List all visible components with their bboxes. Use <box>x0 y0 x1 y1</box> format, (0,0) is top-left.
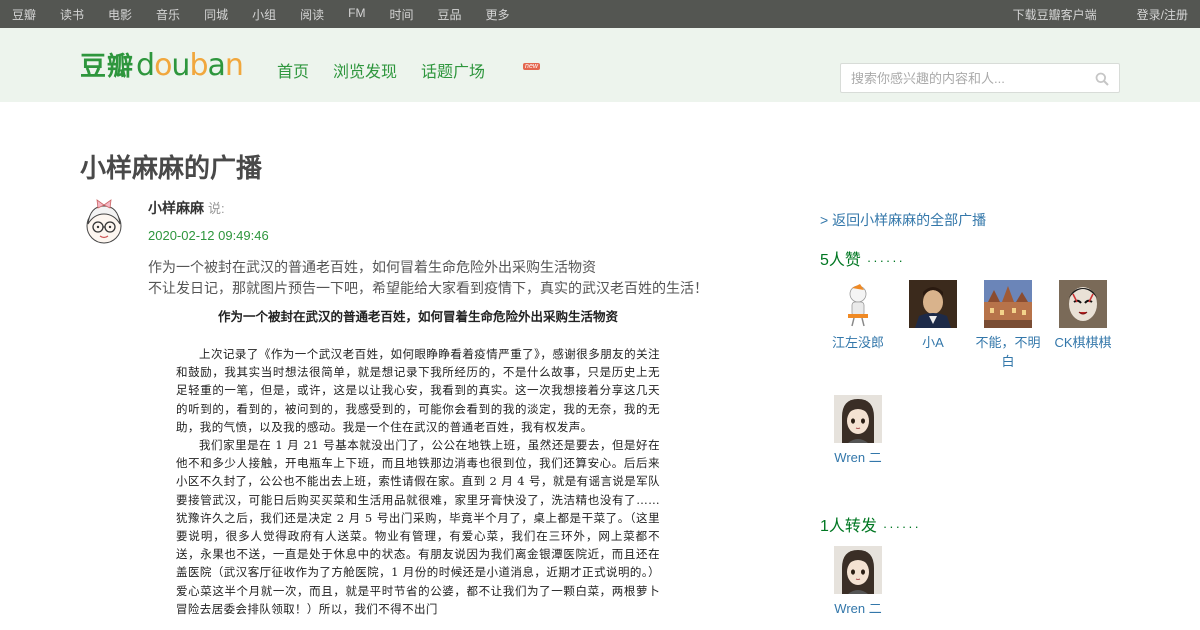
liker-item[interactable]: 不能，不明白 <box>970 280 1046 371</box>
download-app-link[interactable]: 下载豆瓣客户端 <box>1013 6 1097 23</box>
logo-english: douban <box>136 48 244 83</box>
new-badge: new <box>523 63 540 70</box>
user-name: 不能，不明白 <box>975 335 1041 369</box>
said-label: 说: <box>208 201 225 216</box>
top-nav-link-more[interactable]: 更多 <box>485 6 509 23</box>
nav-home[interactable]: 首页 <box>277 58 309 82</box>
top-nav-link-groups[interactable]: 小组 <box>252 6 276 23</box>
likes-count-label[interactable]: 5人赞 <box>820 252 861 269</box>
author-line: 小样麻麻 说: <box>148 198 225 218</box>
status-text-line-1: 作为一个被封在武汉的普通老百姓，如何冒着生命危险外出采购生活物资 <box>148 259 596 275</box>
reposter-item[interactable]: Wren ⼆ <box>820 546 896 618</box>
user-avatar <box>984 280 1032 328</box>
post-timestamp[interactable]: 2020-02-12 09:49:46 <box>148 228 269 243</box>
user-avatar <box>1059 280 1107 328</box>
article-paragraph: 我们家里是在 1 月 21 号基本就没出门了，公公在地铁上班，虽然还是要去，但是… <box>176 438 660 616</box>
main-nav: 首页 浏览发现 话题广场 new <box>277 58 574 82</box>
search-box <box>840 63 1120 93</box>
user-avatar <box>909 280 957 328</box>
login-register-link[interactable]: 登录/注册 <box>1137 6 1188 23</box>
user-name: 江左没郎 <box>831 335 884 350</box>
top-nav-link-fm[interactable]: FM <box>348 6 365 23</box>
reposts-section-title: 1人转发 ······ <box>820 512 921 536</box>
liker-item[interactable]: CK棋棋棋 <box>1045 280 1121 352</box>
author-avatar[interactable] <box>80 194 128 246</box>
user-avatar <box>834 280 882 328</box>
liker-item[interactable]: 江左没郎 <box>820 280 896 352</box>
liker-item[interactable]: Wren ⼆ <box>820 395 896 467</box>
user-name: CK棋棋棋 <box>1054 335 1112 350</box>
article-image[interactable]: 作为一个被封在武汉的普通老百姓，如何冒着生命危险外出采购生活物资 上次记录了《作… <box>176 306 660 618</box>
nav-topics[interactable]: 话题广场 new <box>421 58 550 82</box>
reposts-more-dots[interactable]: ······ <box>883 519 921 534</box>
top-nav-links: 豆瓣 读书 电影 音乐 同城 小组 阅读 FM 时间 豆品 更多 <box>12 6 533 23</box>
status-text: 作为一个被封在武汉的普通老百姓，如何冒着生命危险外出采购生活物资 不让发日记，那… <box>148 257 708 299</box>
top-nav-bar: 豆瓣 读书 电影 音乐 同城 小组 阅读 FM 时间 豆品 更多 下载豆瓣客户端… <box>0 0 1200 28</box>
site-header: 豆瓣 douban 首页 浏览发现 话题广场 new <box>0 28 1200 102</box>
user-avatar <box>834 395 882 443</box>
author-name[interactable]: 小样麻麻 <box>148 200 204 216</box>
liker-item[interactable]: 小A <box>895 280 971 352</box>
user-name: 小A <box>922 335 944 350</box>
article-title: 作为一个被封在武汉的普通老百姓，如何冒着生命危险外出采购生活物资 <box>217 309 618 324</box>
top-nav-link-read[interactable]: 阅读 <box>300 6 324 23</box>
back-to-all-posts-link[interactable]: > 返回小样麻麻的全部广播 <box>820 210 986 230</box>
user-name: Wren ⼆ <box>834 450 882 465</box>
top-nav-link-music[interactable]: 音乐 <box>156 6 180 23</box>
likes-more-dots[interactable]: ······ <box>867 253 905 268</box>
status-text-line-2: 不让发日记，那就图片预告一下吧，希望能给大家看到疫情下，真实的武汉老百姓的生活！ <box>148 280 708 296</box>
nav-explore[interactable]: 浏览发现 <box>333 58 397 82</box>
top-nav-link-market[interactable]: 豆品 <box>437 6 461 23</box>
top-nav-link-time[interactable]: 时间 <box>389 6 413 23</box>
user-name: Wren ⼆ <box>834 601 882 616</box>
search-input[interactable] <box>841 70 1081 86</box>
douban-logo[interactable]: 豆瓣 douban <box>80 46 244 83</box>
top-nav-link-books[interactable]: 读书 <box>60 6 84 23</box>
top-nav-right: 下载豆瓣客户端 登录/注册 <box>973 6 1188 23</box>
top-nav-link-local[interactable]: 同城 <box>204 6 228 23</box>
logo-chinese: 豆瓣 <box>80 52 135 82</box>
nav-topics-label: 话题广场 <box>421 64 486 81</box>
top-nav-link-movies[interactable]: 电影 <box>108 6 132 23</box>
likes-section-title: 5人赞 ······ <box>820 246 905 270</box>
top-nav-link-douban[interactable]: 豆瓣 <box>12 6 36 23</box>
user-avatar <box>834 546 882 594</box>
reposts-count-label[interactable]: 1人转发 <box>820 518 877 535</box>
article-paragraph: 上次记录了《作为一个武汉老百姓，如何眼睁睁看着疫情严重了》，感谢很多朋友的关注和… <box>176 347 660 434</box>
page-title: 小样麻麻的广播 <box>80 154 263 184</box>
search-icon[interactable] <box>1095 72 1109 86</box>
